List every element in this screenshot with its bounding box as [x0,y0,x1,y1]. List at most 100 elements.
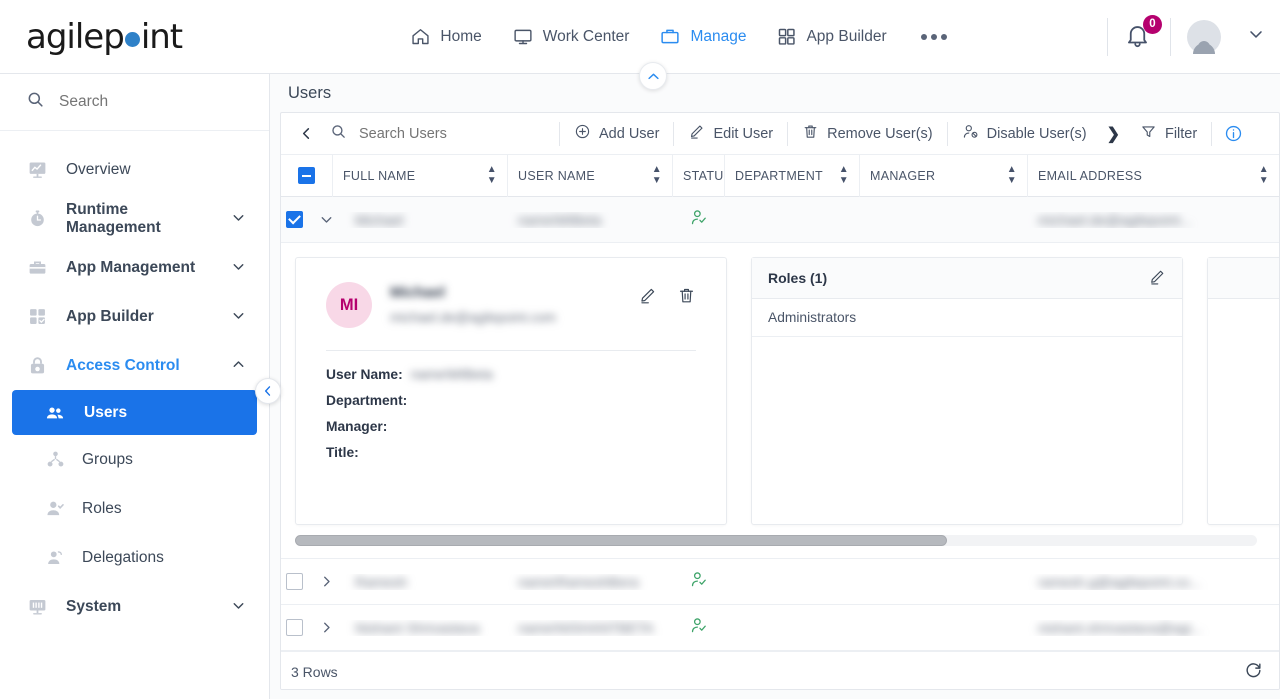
detail-horizontal-scrollbar[interactable] [295,535,1257,546]
sidebar-item-access-control[interactable]: Access Control [0,341,269,390]
chevron-down-icon[interactable] [230,597,247,617]
nav-item-manage[interactable]: Manage [659,26,746,47]
row-expand-toggle[interactable] [307,573,345,590]
nav-item-manage-label: Manage [690,27,747,45]
sidebar-item-system-label: System [66,597,122,615]
delete-user-detail-button[interactable] [677,286,696,310]
cell-email-value: nishant.shrivastava@agi... [1038,619,1203,636]
row-select-cell[interactable] [281,573,307,590]
filter-button[interactable]: Filter [1126,113,1211,154]
toolbar-search[interactable] [324,123,559,144]
user-avatar-initials: MI [326,282,372,328]
chevron-down-icon[interactable] [230,258,247,278]
cell-email-value: michael.de@agilepoint... [1038,211,1192,228]
brand-logo[interactable]: agilep int [0,17,270,57]
row-checkbox[interactable] [285,619,303,636]
row-checkbox[interactable] [285,211,303,228]
sidebar-item-groups-label: Groups [82,450,133,468]
row-checkbox[interactable] [285,573,303,590]
role-list-item[interactable]: Administrators [752,299,1182,337]
column-header-user-name[interactable]: USER NAME ▲ ▼ [508,154,673,197]
search-users-input[interactable] [359,125,559,142]
delegation-user-icon [44,547,66,568]
user-display-name: Michael [390,284,446,301]
add-user-button[interactable]: Add User [560,113,673,154]
sidebar: Overview Runtime Management App Manageme… [0,74,270,699]
nav-item-app-builder[interactable]: App Builder [776,26,887,47]
sidebar-item-overview[interactable]: Overview [0,145,269,194]
user-detail-panel: MI Michael michael.de@agilepoint.com Use… [281,243,1279,559]
select-all-checkbox[interactable] [298,167,315,184]
column-header-department[interactable]: DEPARTMENT ▲ ▼ [725,154,860,197]
content-area: Users Search Users Add User Edit User Re… [270,62,1280,699]
sort-icon[interactable]: ▲ ▼ [652,165,662,186]
sidebar-collapse-button[interactable] [255,378,281,404]
sidebar-item-system[interactable]: System [0,582,269,631]
table-row[interactable]: Nishant Shrivastava name\NISHANTBETA nis… [281,605,1279,651]
row-expand-toggle[interactable] [307,211,345,228]
chevron-down-icon[interactable] [1246,24,1266,49]
remove-users-button[interactable]: Remove User(s) [788,113,947,154]
edit-user-detail-button[interactable] [638,286,657,310]
column-header-full-name[interactable]: FULL NAME ▲ ▼ [333,154,508,197]
brand-logo-text: agilep int [26,17,183,57]
sidebar-item-runtime-management[interactable]: Runtime Management [0,194,269,243]
select-all-cell[interactable] [281,154,333,197]
header-collapse-button[interactable] [639,62,667,90]
cell-user-name: name\MIBeta [508,212,673,228]
column-header-status[interactable]: STATUS [673,154,725,197]
nav-more-menu-icon[interactable] [917,33,951,40]
sidebar-item-app-builder[interactable]: App Builder [0,292,269,341]
sidebar-item-users[interactable]: Users [12,390,257,435]
top-bar: agilep int Home Work Center Manage App B… [0,0,1280,74]
page-header: Users [270,74,1280,112]
chevron-down-icon[interactable] [230,209,247,229]
sidebar-item-roles[interactable]: Roles [0,484,269,533]
user-disable-icon [962,123,979,144]
table-row[interactable]: Michael name\MIBeta michael.de@agilepoin… [281,197,1279,243]
sort-icon[interactable]: ▲ ▼ [1007,165,1017,186]
user-check-icon [690,616,709,640]
table-row[interactable]: Ramesh name\RameshBera ramesh.g@agilepoi… [281,559,1279,605]
remove-users-label: Remove User(s) [827,125,933,142]
sidebar-item-delegations[interactable]: Delegations [0,533,269,582]
sidebar-item-app-management[interactable]: App Management [0,243,269,292]
nav-item-home[interactable]: Home [410,26,482,47]
sort-icon[interactable]: ▲ ▼ [1259,165,1269,186]
disable-users-button[interactable]: Disable User(s) [948,113,1101,154]
info-button[interactable] [1212,124,1257,143]
column-header-manager[interactable]: MANAGER ▲ ▼ [860,154,1028,197]
column-header-email-address[interactable]: EMAIL ADDRESS ▲ ▼ [1028,155,1279,197]
sidebar-search[interactable] [0,74,269,131]
clock-icon [26,208,48,229]
sidebar-search-input[interactable] [59,93,219,111]
nav-item-work-center[interactable]: Work Center [512,26,629,47]
cell-status [673,208,725,232]
refresh-button[interactable] [1244,661,1263,683]
disable-users-label: Disable User(s) [986,125,1087,142]
row-select-cell[interactable] [281,619,307,636]
edit-user-button[interactable]: Edit User [674,113,787,154]
column-header-department-label: DEPARTMENT [735,168,823,183]
notifications-button[interactable]: 0 [1124,14,1162,52]
toolbar-overflow-button[interactable]: ❯ [1101,124,1126,144]
table-header-row: FULL NAME ▲▼ USER NAME ▲▼ STATUS DEPARTM… [281,154,1279,197]
chevron-down-icon[interactable] [230,307,247,327]
sort-icon[interactable]: ▲ ▼ [839,165,849,186]
nav-item-app-builder-label: App Builder [806,27,887,45]
row-expand-toggle[interactable] [307,619,345,636]
chevron-right-icon [323,576,330,587]
edit-roles-button[interactable] [1148,268,1166,289]
cell-status [673,616,725,640]
avatar[interactable] [1187,19,1221,54]
edit-user-label: Edit User [713,125,774,142]
sort-icon[interactable]: ▲ ▼ [487,165,497,186]
field-user-name-label: User Name: [326,367,403,382]
sidebar-item-overview-label: Overview [66,160,131,178]
cell-full-name-value: Nishant Shrivastava [355,619,480,636]
detail-horizontal-scrollbar-thumb[interactable] [295,535,947,546]
toolbar-back-button[interactable] [289,126,324,141]
sidebar-item-groups[interactable]: Groups [0,435,269,484]
chevron-up-icon[interactable] [230,356,247,376]
row-select-cell[interactable] [281,211,307,228]
